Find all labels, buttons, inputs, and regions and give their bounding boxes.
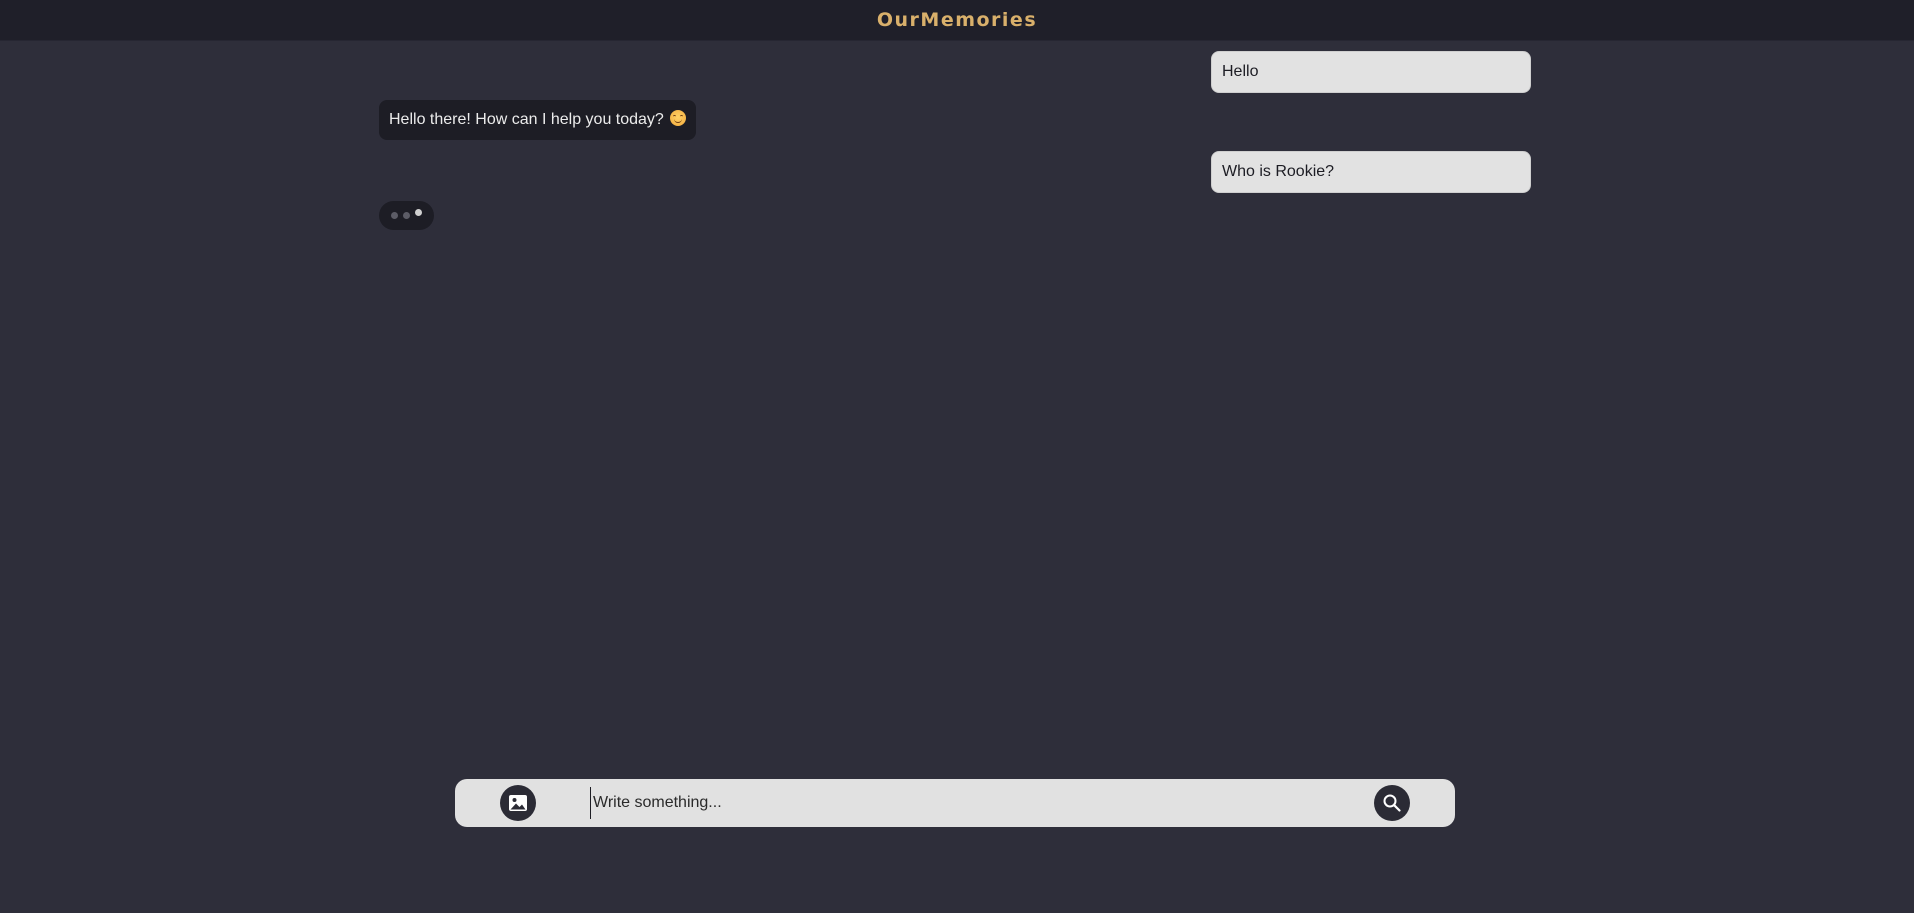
- typing-dot: [391, 212, 398, 219]
- message-text: Hello: [1222, 63, 1259, 80]
- upload-image-button[interactable]: [500, 785, 536, 821]
- user-message: Hello: [1211, 51, 1531, 93]
- message-text: Who is Rookie?: [1222, 163, 1335, 180]
- user-message: Who is Rookie?: [1211, 151, 1531, 193]
- typing-dot: [415, 209, 422, 216]
- bot-message: Hello there! How can I help you today?: [379, 100, 696, 140]
- message-input[interactable]: [590, 787, 1353, 819]
- typing-dot: [403, 212, 410, 219]
- search-button[interactable]: [1374, 785, 1410, 821]
- top-bar: OurMemories: [0, 0, 1914, 41]
- message-text: Hello there! How can I help you today?: [389, 111, 664, 128]
- typing-indicator: [379, 201, 434, 230]
- app-title: OurMemories: [876, 9, 1038, 31]
- smiling-face-emoji-icon: [669, 110, 686, 126]
- message-composer: [455, 779, 1455, 827]
- image-icon: [509, 795, 527, 811]
- search-icon: [1383, 794, 1401, 812]
